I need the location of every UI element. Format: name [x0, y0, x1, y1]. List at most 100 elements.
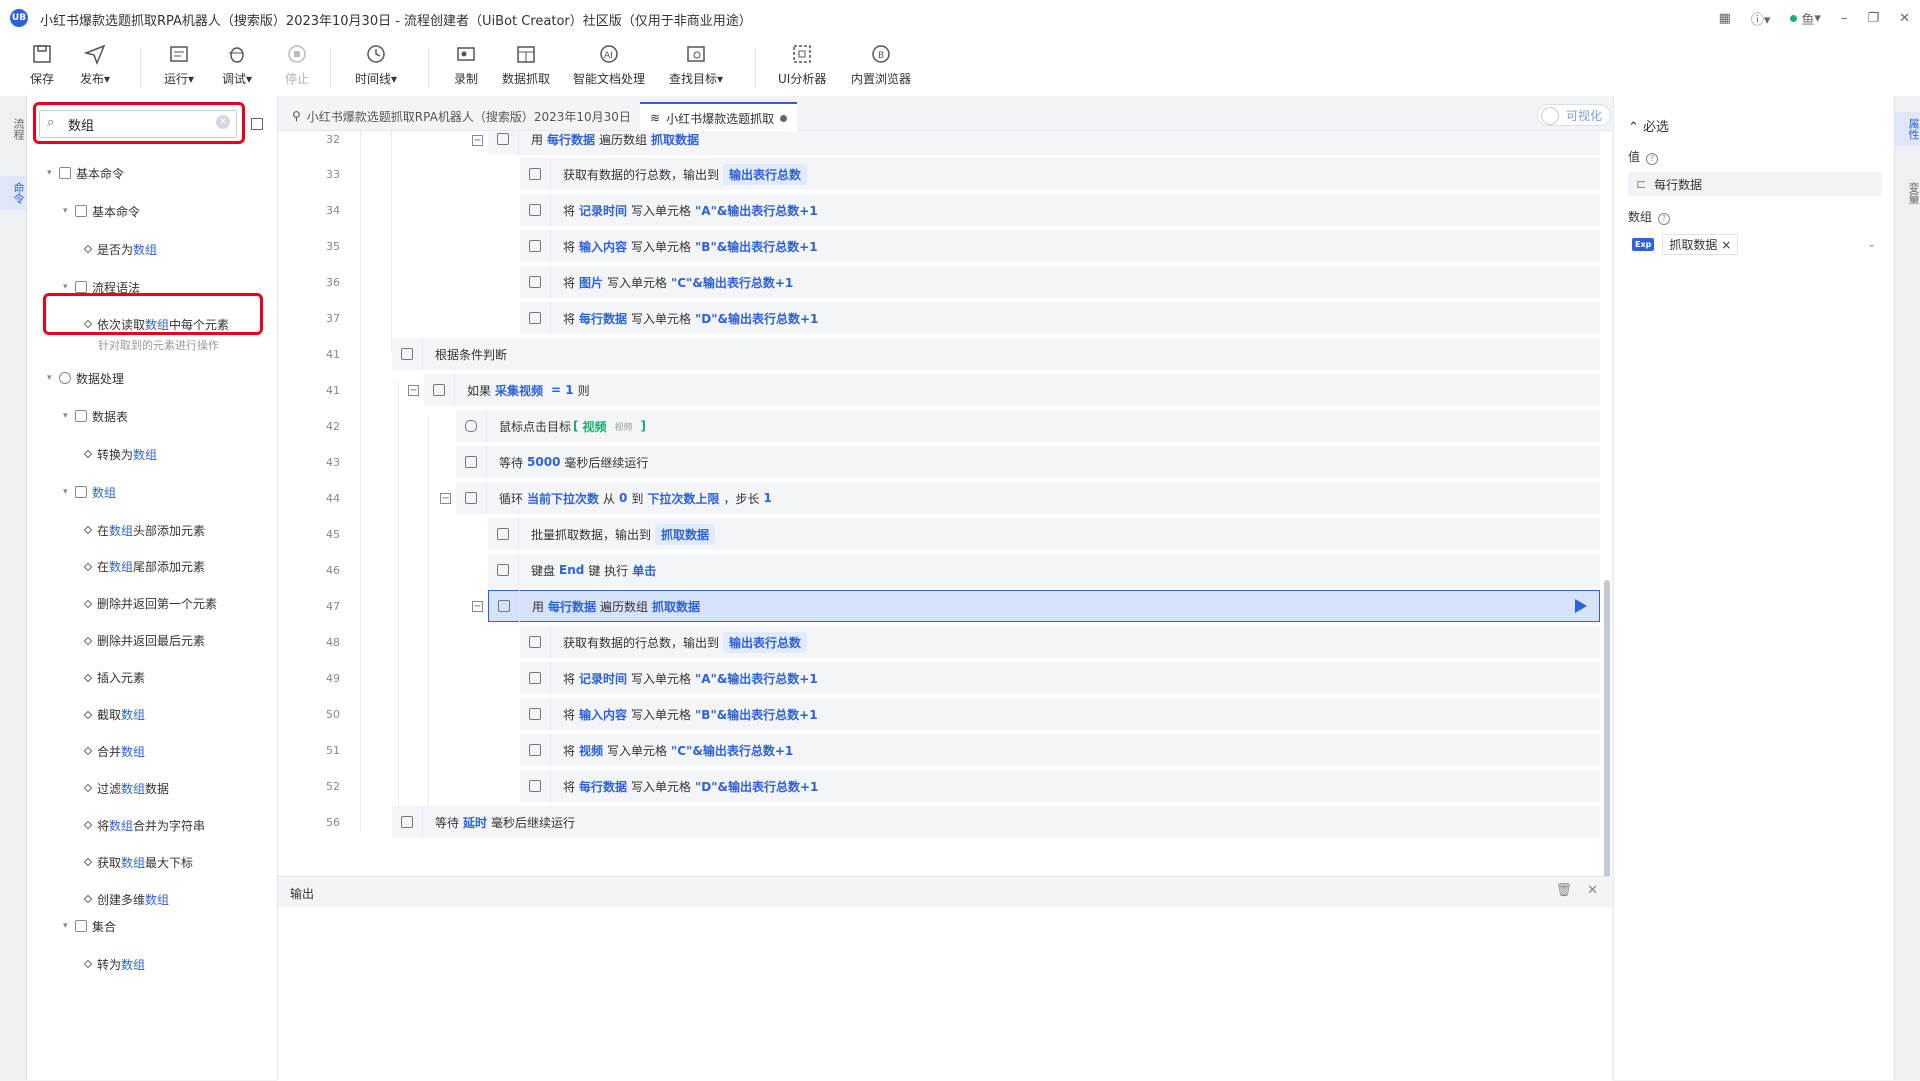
- code-row[interactable]: 批量抓取数据，输出到 抓取数据: [488, 518, 1600, 550]
- close-button[interactable]: ✕: [1899, 11, 1910, 26]
- code-row[interactable]: 获取有数据的行总数，输出到 输出表行总数: [520, 626, 1600, 658]
- tree-item-to-array[interactable]: 转为 数组: [83, 954, 145, 974]
- visualize-toggle[interactable]: 可视化: [1537, 104, 1612, 126]
- smart-doc-button[interactable]: AI 智能文档处理: [573, 40, 645, 94]
- tree-item-array-op[interactable]: 截取 数组: [83, 705, 145, 725]
- stop-button[interactable]: 停止: [283, 40, 311, 94]
- chevron-down-icon[interactable]: ⌄: [1868, 239, 1876, 250]
- record-button[interactable]: 录制: [452, 40, 480, 94]
- code-row[interactable]: 将记录时间 写入单元格 "A"&输出表行总数+1: [520, 194, 1600, 226]
- minimize-button[interactable]: –: [1841, 11, 1848, 26]
- expression-badge[interactable]: Exp: [1632, 237, 1655, 251]
- save-button[interactable]: 保存: [28, 40, 56, 94]
- code-row[interactable]: 将视频 写入单元格 "C"&输出表行总数+1: [520, 734, 1600, 766]
- code-editor: 32 33 34 35 36 37 41 41 42 43 44 45 46 47 48 49 50 51 52 56…: [278, 131, 1612, 875]
- tree-item-foreach[interactable]: 依次读取 数组 中每个元素: [83, 314, 229, 334]
- code-row[interactable]: 将输入内容 写入单元格 "B"&输出表行总数+1: [520, 698, 1600, 730]
- code-row[interactable]: 键盘 End 键 执行 单击: [488, 554, 1600, 586]
- tree-array-group[interactable]: ▾ 数组: [63, 482, 116, 502]
- tab-variables[interactable]: 变量: [1895, 176, 1920, 210]
- timeline-button[interactable]: 时间线▾: [355, 40, 397, 94]
- tree-item-array-op[interactable]: 合并 数组: [83, 741, 145, 761]
- tag-close-icon[interactable]: ×: [1721, 238, 1731, 252]
- collapse-toggle[interactable]: −: [472, 135, 483, 146]
- line-number: 35: [326, 240, 340, 253]
- tree-item-array-op[interactable]: 获取 数组 最大下标: [83, 852, 193, 872]
- tree-item-is-array[interactable]: 是否为 数组: [83, 239, 157, 259]
- code-row-selected[interactable]: 用每行数据 遍历数组 抓取数据: [488, 590, 1600, 622]
- tab-flow[interactable]: 流程: [0, 112, 26, 146]
- value-field[interactable]: ⊏ 每行数据: [1628, 172, 1882, 196]
- collapse-toggle[interactable]: −: [440, 493, 451, 504]
- diamond-icon: [83, 894, 93, 904]
- tree-item-array-op[interactable]: 删除并返回最后元素: [83, 631, 205, 651]
- array-field[interactable]: Exp 抓取数据 × ⌄: [1628, 232, 1882, 256]
- user-status[interactable]: 鱼 ▾: [1790, 9, 1821, 28]
- folder-icon: [59, 167, 71, 179]
- search-input[interactable]: [66, 113, 210, 135]
- tab-main-flow[interactable]: ⚲ 小红书爆款选题抓取RPA机器人（搜索版）2023年10月30日: [282, 102, 641, 130]
- collapse-toggle[interactable]: −: [408, 385, 419, 396]
- tree-item-array-op[interactable]: 在数组 尾部添加元素: [83, 557, 205, 577]
- tree-basic-commands-sub[interactable]: ▾ 基本命令: [63, 201, 140, 221]
- tree-item-array-op[interactable]: 删除并返回第一个元素: [83, 594, 217, 614]
- code-row[interactable]: 将每行数据 写入单元格 "D"&输出表行总数+1: [520, 770, 1600, 802]
- tree-datatable[interactable]: ▾ 数据表: [63, 406, 128, 426]
- tree-data-processing[interactable]: ▾ 数据处理: [47, 368, 124, 388]
- code-row[interactable]: 将记录时间 写入单元格 "A"&输出表行总数+1: [520, 662, 1600, 694]
- tree-item-array-op[interactable]: 将数组 合并为字符串: [83, 815, 205, 835]
- help-icon[interactable]: ⓘ▾: [1751, 9, 1771, 28]
- toolbar-divider: [428, 48, 429, 88]
- run-button[interactable]: 运行▾: [164, 40, 194, 94]
- required-section[interactable]: ⌃ 必选: [1628, 116, 1669, 135]
- search-box[interactable]: ⌕ ×: [39, 110, 237, 138]
- tab-commands[interactable]: 命令: [0, 176, 26, 210]
- trash-icon[interactable]: 🗑: [1555, 883, 1572, 898]
- tab-sub-flow[interactable]: ≋ 小红书爆款选题抓取: [640, 102, 798, 132]
- tree-item-array-op[interactable]: 创建多维 数组: [83, 889, 169, 909]
- line-number: 45: [326, 528, 340, 541]
- code-row[interactable]: 将每行数据 写入单元格 "D"&输出表行总数+1: [520, 302, 1600, 334]
- tree-item-hint: 针对取到的元素进行操作: [98, 339, 219, 352]
- debug-button[interactable]: 调试▾: [222, 40, 252, 94]
- help-icon[interactable]: ?: [1658, 213, 1671, 225]
- ai-doc-icon: AI: [595, 40, 623, 68]
- code-row[interactable]: 鼠标点击目标[视频 视频]: [456, 410, 1600, 442]
- collapse-toggle[interactable]: −: [472, 601, 483, 612]
- data-grab-button[interactable]: 数据抓取: [502, 40, 550, 94]
- line-number: 44: [326, 492, 340, 505]
- tree-item-array-op[interactable]: 插入元素: [83, 668, 145, 688]
- tree-item-array-op[interactable]: 过滤 数组 数据: [83, 778, 169, 798]
- code-row[interactable]: 将输入内容 写入单元格 "B"&输出表行总数+1: [520, 230, 1600, 262]
- tab-properties[interactable]: 属性: [1895, 112, 1920, 146]
- ui-analyzer-button[interactable]: UI分析器: [778, 40, 826, 94]
- apps-grid-icon[interactable]: ▦: [1719, 11, 1731, 26]
- stop-icon: [283, 40, 311, 68]
- restore-button[interactable]: ❐: [1867, 11, 1879, 26]
- code-row[interactable]: 根据条件判断: [392, 338, 1600, 370]
- line-number: 47: [326, 600, 340, 613]
- code-row[interactable]: 用每行数据 遍历数组 抓取数据: [488, 131, 1600, 155]
- code-row[interactable]: 获取有数据的行总数，输出到 输出表行总数: [520, 158, 1600, 190]
- help-icon[interactable]: ?: [1646, 153, 1659, 165]
- clear-search-icon[interactable]: ×: [216, 115, 230, 129]
- code-row[interactable]: 循环 当前下拉次数从 0 到下拉次数上限 ，步长 1: [456, 482, 1600, 514]
- run-line-icon[interactable]: [1575, 599, 1587, 613]
- tree-item-array-op[interactable]: 在数组 头部添加元素: [83, 520, 205, 540]
- tree-item-convert-to-array[interactable]: 转换为 数组: [83, 444, 157, 464]
- line-number: 32: [326, 133, 340, 146]
- tree-collection[interactable]: ▾ 集合: [63, 916, 116, 936]
- find-target-button[interactable]: 查找目标▾: [669, 40, 723, 94]
- close-output-icon[interactable]: ✕: [1587, 883, 1598, 898]
- tree-basic-commands[interactable]: ▾ 基本命令: [47, 163, 124, 183]
- layers-icon: ≋: [650, 111, 661, 125]
- code-row[interactable]: 等待 5000 毫秒后继续运行: [456, 446, 1600, 478]
- code-row[interactable]: 如果 采集视频 = 1则: [424, 374, 1600, 406]
- diamond-icon: [83, 562, 93, 572]
- code-row[interactable]: 等待 延时 毫秒后继续运行: [392, 806, 1600, 838]
- code-row[interactable]: 将图片 写入单元格 "C"&输出表行总数+1: [520, 266, 1600, 298]
- collapse-all-icon[interactable]: [251, 118, 263, 130]
- publish-button[interactable]: 发布▾: [80, 40, 110, 94]
- editor-scrollbar[interactable]: [1604, 580, 1610, 880]
- builtin-browser-button[interactable]: B 内置浏览器: [851, 40, 911, 94]
